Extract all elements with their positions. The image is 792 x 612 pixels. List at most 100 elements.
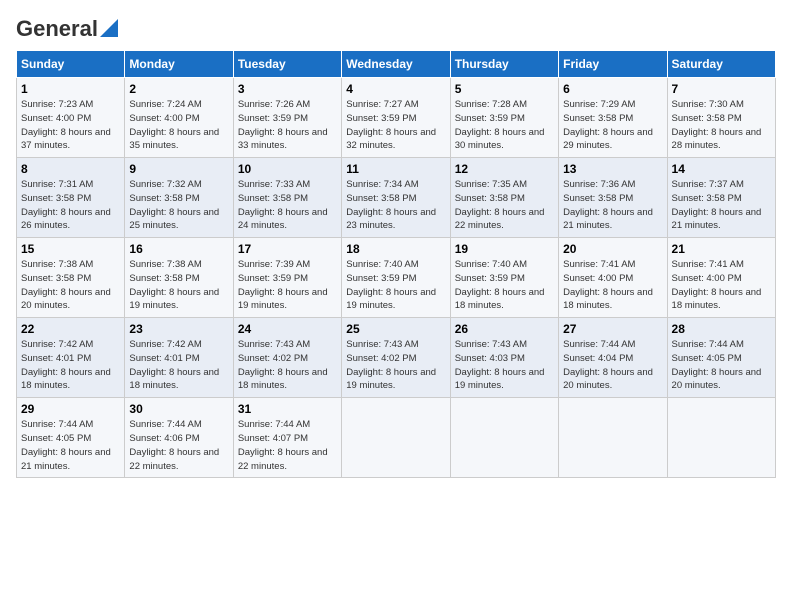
day-info: Sunrise: 7:44 AMSunset: 4:06 PMDaylight:… <box>129 419 219 471</box>
day-number: 23 <box>129 322 228 336</box>
calendar-cell: 16 Sunrise: 7:38 AMSunset: 3:58 PMDayligh… <box>125 238 233 318</box>
day-info: Sunrise: 7:24 AMSunset: 4:00 PMDaylight:… <box>129 99 219 151</box>
day-info: Sunrise: 7:43 AMSunset: 4:02 PMDaylight:… <box>346 339 436 391</box>
calendar-week-row: 1 Sunrise: 7:23 AMSunset: 4:00 PMDaylight… <box>17 78 776 158</box>
day-number: 27 <box>563 322 662 336</box>
day-info: Sunrise: 7:28 AMSunset: 3:59 PMDaylight:… <box>455 99 545 151</box>
calendar-cell: 10 Sunrise: 7:33 AMSunset: 3:58 PMDayligh… <box>233 158 341 238</box>
day-number: 18 <box>346 242 445 256</box>
calendar-cell: 24 Sunrise: 7:43 AMSunset: 4:02 PMDayligh… <box>233 318 341 398</box>
calendar-cell: 22Sunrise: 7:42 AMSunset: 4:01 PMDayligh… <box>17 318 125 398</box>
day-number: 9 <box>129 162 228 176</box>
day-number: 21 <box>672 242 771 256</box>
calendar-table: SundayMondayTuesdayWednesdayThursdayFrid… <box>16 50 776 478</box>
day-info: Sunrise: 7:40 AMSunset: 3:59 PMDaylight:… <box>455 259 545 311</box>
day-header: Saturday <box>667 51 775 78</box>
day-info: Sunrise: 7:41 AMSunset: 4:00 PMDaylight:… <box>672 259 762 311</box>
day-info: Sunrise: 7:40 AMSunset: 3:59 PMDaylight:… <box>346 259 436 311</box>
calendar-cell: 17Sunrise: 7:39 AMSunset: 3:59 PMDayligh… <box>233 238 341 318</box>
day-number: 13 <box>563 162 662 176</box>
day-header: Wednesday <box>342 51 450 78</box>
calendar-cell: 3 Sunrise: 7:26 AMSunset: 3:59 PMDaylight… <box>233 78 341 158</box>
calendar-cell: 1 Sunrise: 7:23 AMSunset: 4:00 PMDaylight… <box>17 78 125 158</box>
calendar-cell: 15Sunrise: 7:38 AMSunset: 3:58 PMDayligh… <box>17 238 125 318</box>
day-info: Sunrise: 7:43 AMSunset: 4:03 PMDaylight:… <box>455 339 545 391</box>
day-info: Sunrise: 7:27 AMSunset: 3:59 PMDaylight:… <box>346 99 436 151</box>
calendar-cell: 28 Sunrise: 7:44 AMSunset: 4:05 PMDayligh… <box>667 318 775 398</box>
day-number: 10 <box>238 162 337 176</box>
day-info: Sunrise: 7:34 AMSunset: 3:58 PMDaylight:… <box>346 179 436 231</box>
calendar-cell: 27 Sunrise: 7:44 AMSunset: 4:04 PMDayligh… <box>559 318 667 398</box>
day-header: Friday <box>559 51 667 78</box>
day-info: Sunrise: 7:33 AMSunset: 3:58 PMDaylight:… <box>238 179 328 231</box>
day-number: 1 <box>21 82 120 96</box>
calendar-cell: 23Sunrise: 7:42 AMSunset: 4:01 PMDayligh… <box>125 318 233 398</box>
day-number: 24 <box>238 322 337 336</box>
day-number: 30 <box>129 402 228 416</box>
calendar-cell: 31 Sunrise: 7:44 AMSunset: 4:07 PMDayligh… <box>233 398 341 478</box>
day-number: 5 <box>455 82 554 96</box>
logo: General <box>16 16 118 40</box>
day-info: Sunrise: 7:44 AMSunset: 4:05 PMDaylight:… <box>21 419 111 471</box>
calendar-cell: 18 Sunrise: 7:40 AMSunset: 3:59 PMDayligh… <box>342 238 450 318</box>
day-number: 25 <box>346 322 445 336</box>
calendar-cell: 30 Sunrise: 7:44 AMSunset: 4:06 PMDayligh… <box>125 398 233 478</box>
day-header: Sunday <box>17 51 125 78</box>
day-number: 8 <box>21 162 120 176</box>
day-header: Thursday <box>450 51 558 78</box>
calendar-cell: 6 Sunrise: 7:29 AMSunset: 3:58 PMDaylight… <box>559 78 667 158</box>
calendar-cell: 4 Sunrise: 7:27 AMSunset: 3:59 PMDaylight… <box>342 78 450 158</box>
calendar-cell: 25 Sunrise: 7:43 AMSunset: 4:02 PMDayligh… <box>342 318 450 398</box>
calendar-cell <box>667 398 775 478</box>
day-info: Sunrise: 7:38 AMSunset: 3:58 PMDaylight:… <box>21 259 111 311</box>
day-number: 11 <box>346 162 445 176</box>
calendar-cell: 2 Sunrise: 7:24 AMSunset: 4:00 PMDaylight… <box>125 78 233 158</box>
calendar-cell: 29 Sunrise: 7:44 AMSunset: 4:05 PMDayligh… <box>17 398 125 478</box>
calendar-cell: 21 Sunrise: 7:41 AMSunset: 4:00 PMDayligh… <box>667 238 775 318</box>
logo-text: General <box>16 16 98 42</box>
day-number: 28 <box>672 322 771 336</box>
day-info: Sunrise: 7:29 AMSunset: 3:58 PMDaylight:… <box>563 99 653 151</box>
day-info: Sunrise: 7:36 AMSunset: 3:58 PMDaylight:… <box>563 179 653 231</box>
day-info: Sunrise: 7:26 AMSunset: 3:59 PMDaylight:… <box>238 99 328 151</box>
day-number: 3 <box>238 82 337 96</box>
header-row: SundayMondayTuesdayWednesdayThursdayFrid… <box>17 51 776 78</box>
calendar-week-row: 29 Sunrise: 7:44 AMSunset: 4:05 PMDayligh… <box>17 398 776 478</box>
day-info: Sunrise: 7:41 AMSunset: 4:00 PMDaylight:… <box>563 259 653 311</box>
day-header: Monday <box>125 51 233 78</box>
day-info: Sunrise: 7:37 AMSunset: 3:58 PMDaylight:… <box>672 179 762 231</box>
day-number: 29 <box>21 402 120 416</box>
day-info: Sunrise: 7:44 AMSunset: 4:04 PMDaylight:… <box>563 339 653 391</box>
day-header: Tuesday <box>233 51 341 78</box>
calendar-week-row: 8 Sunrise: 7:31 AMSunset: 3:58 PMDaylight… <box>17 158 776 238</box>
day-number: 17 <box>238 242 337 256</box>
day-info: Sunrise: 7:43 AMSunset: 4:02 PMDaylight:… <box>238 339 328 391</box>
day-number: 20 <box>563 242 662 256</box>
calendar-cell: 8 Sunrise: 7:31 AMSunset: 3:58 PMDaylight… <box>17 158 125 238</box>
calendar-cell: 19 Sunrise: 7:40 AMSunset: 3:59 PMDayligh… <box>450 238 558 318</box>
page-header: General <box>16 16 776 40</box>
logo-triangle-icon <box>100 19 118 42</box>
calendar-cell: 26 Sunrise: 7:43 AMSunset: 4:03 PMDayligh… <box>450 318 558 398</box>
day-info: Sunrise: 7:44 AMSunset: 4:05 PMDaylight:… <box>672 339 762 391</box>
calendar-cell: 9 Sunrise: 7:32 AMSunset: 3:58 PMDaylight… <box>125 158 233 238</box>
day-number: 2 <box>129 82 228 96</box>
day-info: Sunrise: 7:38 AMSunset: 3:58 PMDaylight:… <box>129 259 219 311</box>
day-number: 19 <box>455 242 554 256</box>
day-info: Sunrise: 7:32 AMSunset: 3:58 PMDaylight:… <box>129 179 219 231</box>
day-number: 16 <box>129 242 228 256</box>
day-number: 7 <box>672 82 771 96</box>
day-info: Sunrise: 7:42 AMSunset: 4:01 PMDaylight:… <box>21 339 111 391</box>
day-info: Sunrise: 7:44 AMSunset: 4:07 PMDaylight:… <box>238 419 328 471</box>
day-info: Sunrise: 7:31 AMSunset: 3:58 PMDaylight:… <box>21 179 111 231</box>
calendar-cell <box>342 398 450 478</box>
day-number: 31 <box>238 402 337 416</box>
day-number: 12 <box>455 162 554 176</box>
day-number: 26 <box>455 322 554 336</box>
calendar-cell: 20 Sunrise: 7:41 AMSunset: 4:00 PMDayligh… <box>559 238 667 318</box>
calendar-cell: 7Sunrise: 7:30 AMSunset: 3:58 PMDaylight… <box>667 78 775 158</box>
day-info: Sunrise: 7:23 AMSunset: 4:00 PMDaylight:… <box>21 99 111 151</box>
day-number: 4 <box>346 82 445 96</box>
day-number: 6 <box>563 82 662 96</box>
calendar-cell: 12Sunrise: 7:35 AMSunset: 3:58 PMDayligh… <box>450 158 558 238</box>
